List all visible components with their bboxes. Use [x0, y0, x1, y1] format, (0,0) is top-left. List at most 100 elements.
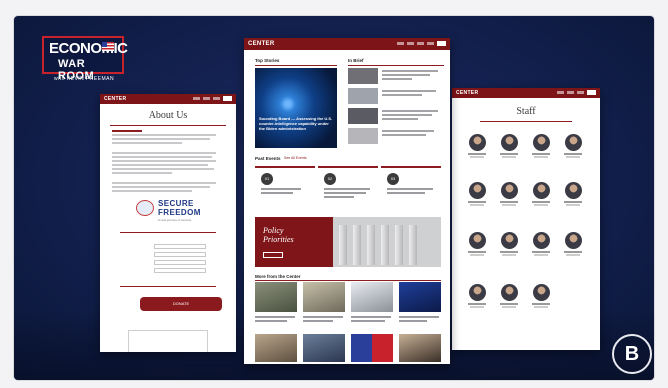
nav-link[interactable]	[193, 97, 200, 100]
avatar	[532, 232, 550, 249]
staff-card[interactable]	[562, 232, 584, 256]
staff-card[interactable]	[498, 134, 520, 158]
donate-button[interactable]: DONATE	[140, 297, 222, 311]
about-us-page: CENTER About Us SECURE FREEDOM A new jou…	[100, 94, 236, 352]
logo-line-1: ECONOMIC	[49, 40, 128, 57]
nav-links	[557, 90, 596, 95]
site-nav: CENTER	[244, 38, 450, 50]
avatar	[500, 134, 518, 151]
nav-link[interactable]	[417, 42, 424, 45]
staff-card[interactable]	[498, 284, 520, 308]
event-card[interactable]: 02	[318, 166, 378, 202]
event-number: 01	[261, 173, 273, 185]
logo-frame: ECONOMIC WAR ROOM	[42, 36, 128, 82]
staff-card[interactable]	[466, 134, 488, 158]
article-thumb[interactable]	[303, 334, 345, 362]
partner-logo-line-2: FREEDOM	[158, 208, 201, 217]
divider	[110, 125, 226, 126]
divider	[120, 286, 216, 287]
shield-flag-icon	[136, 200, 154, 216]
in-brief-item[interactable]	[348, 108, 444, 124]
capitol-columns-image	[339, 225, 417, 265]
event-card[interactable]: 01	[255, 166, 315, 202]
staff-card[interactable]	[530, 284, 552, 308]
nav-donate-button[interactable]	[437, 41, 446, 46]
staff-card[interactable]	[466, 284, 488, 308]
section-heading-in-brief: In Brief	[348, 58, 364, 63]
article-thumb[interactable]	[351, 282, 393, 312]
avatar	[564, 182, 582, 199]
divider	[255, 280, 441, 281]
in-brief-item[interactable]	[348, 128, 444, 144]
section-heading-top-stories: Top Stories	[255, 58, 280, 63]
see-all-events-link[interactable]: See All Events	[284, 156, 307, 160]
banner-learn-more-button[interactable]	[263, 252, 283, 258]
nav-link[interactable]	[213, 97, 220, 100]
divider	[120, 232, 216, 233]
nav-links	[397, 41, 446, 46]
nav-link[interactable]	[577, 91, 584, 94]
staff-card[interactable]	[562, 134, 584, 158]
site-nav: CENTER	[452, 88, 600, 98]
staff-card[interactable]	[498, 232, 520, 256]
article-thumb[interactable]	[399, 334, 441, 362]
page-title: About Us	[148, 110, 188, 121]
site-brand[interactable]: CENTER	[456, 90, 478, 96]
nav-link[interactable]	[407, 42, 414, 45]
event-number: 03	[387, 173, 399, 185]
event-card[interactable]: 03	[381, 166, 441, 202]
nav-donate-button[interactable]	[587, 90, 596, 95]
in-brief-item[interactable]	[348, 68, 444, 84]
article-thumb[interactable]	[255, 282, 297, 312]
avatar	[468, 232, 486, 249]
feature-caption: Sounding Board — Assessing the U.S. coun…	[259, 116, 333, 131]
payment-card-field[interactable]	[128, 330, 208, 352]
avatar	[468, 134, 486, 151]
nav-donate-button[interactable]	[223, 96, 232, 101]
divider	[348, 65, 444, 66]
article-thumb[interactable]	[303, 282, 345, 312]
article-thumb[interactable]	[255, 334, 297, 362]
avatar	[468, 182, 486, 199]
logo-subtitle: with KEVIN FREEMAN	[54, 76, 115, 82]
site-brand[interactable]: CENTER	[248, 41, 274, 47]
policy-priorities-banner[interactable]: Policy Priorities	[255, 217, 441, 267]
staff-card[interactable]	[530, 232, 552, 256]
donation-option[interactable]	[154, 268, 206, 273]
donation-option[interactable]	[154, 244, 206, 249]
secure-freedom-logo[interactable]: SECURE FREEDOM A new journey of security	[136, 198, 226, 224]
nav-link[interactable]	[397, 42, 404, 45]
nav-link[interactable]	[567, 91, 574, 94]
divider	[255, 65, 337, 66]
staff-card[interactable]	[466, 232, 488, 256]
avatar	[564, 232, 582, 249]
staff-card[interactable]	[530, 182, 552, 206]
staff-card[interactable]	[530, 134, 552, 158]
banner-title: Policy Priorities	[263, 226, 294, 244]
about-text	[112, 130, 224, 192]
partner-logo-line-1: SECURE	[158, 199, 194, 208]
staff-card[interactable]	[466, 182, 488, 206]
home-page: CENTER Top Stories In Brief Sounding Boa…	[244, 38, 450, 364]
donation-option[interactable]	[154, 252, 206, 257]
staff-card[interactable]	[562, 182, 584, 206]
in-brief-item[interactable]	[348, 88, 444, 104]
section-heading-more: More from the Center	[255, 274, 301, 279]
nav-link[interactable]	[557, 91, 564, 94]
page-title: Staff	[516, 106, 536, 117]
nav-link[interactable]	[427, 42, 434, 45]
staff-card[interactable]	[498, 182, 520, 206]
bannon-b-logo: B	[612, 334, 652, 374]
avatar	[500, 232, 518, 249]
donation-option[interactable]	[154, 260, 206, 265]
article-thumb[interactable]	[351, 334, 393, 362]
section-heading-past-events: Past Events	[255, 156, 281, 161]
avatar	[468, 284, 486, 301]
site-brand[interactable]: CENTER	[104, 96, 126, 102]
article-thumb[interactable]	[399, 282, 441, 312]
nav-link[interactable]	[203, 97, 210, 100]
divider	[480, 121, 572, 122]
staff-page: CENTER Staff	[452, 88, 600, 350]
top-story-feature[interactable]: Sounding Board — Assessing the U.S. coun…	[255, 68, 337, 148]
avatar	[500, 284, 518, 301]
